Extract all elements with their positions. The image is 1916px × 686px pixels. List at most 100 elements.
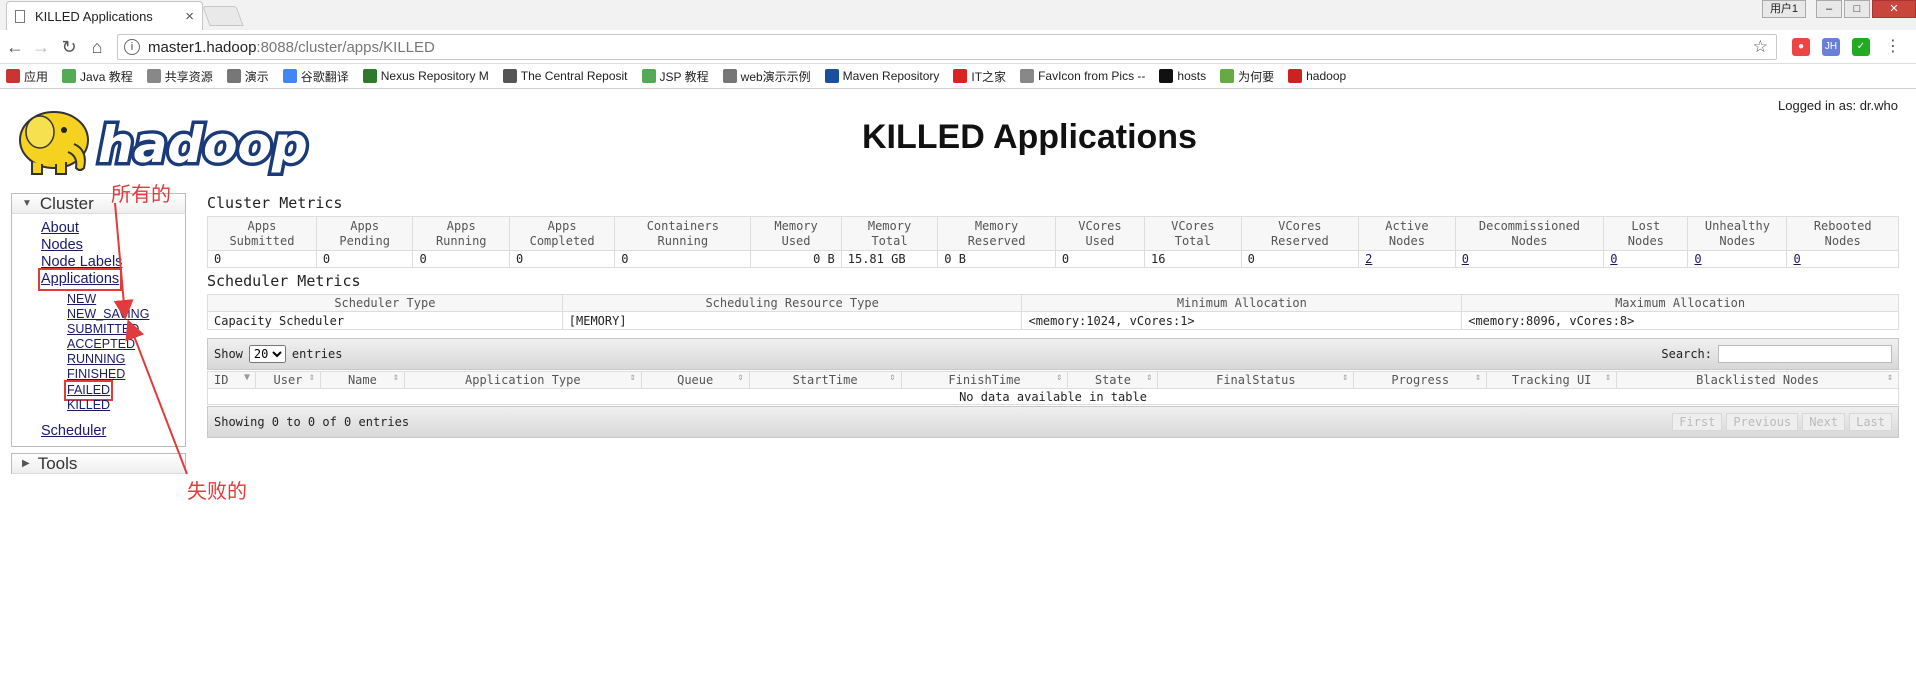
metric-value[interactable]: 2 — [1358, 250, 1456, 268]
minimize-button[interactable]: – — [1816, 0, 1842, 18]
metric-header: VCores Used — [1054, 216, 1146, 251]
bookmark-label: IT之家 — [971, 69, 1007, 84]
sort-icon: ⇕ — [737, 372, 744, 383]
search-area: Search: — [1661, 345, 1892, 363]
pagination: First Previous Next Last — [1672, 413, 1892, 431]
bookmark-item[interactable]: web演示示例 — [722, 68, 811, 85]
column-header[interactable]: FinishTime ⇕ — [900, 371, 1069, 389]
bookmark-label: Java 教程 — [80, 69, 133, 84]
bookmark-item[interactable]: The Central Reposit — [502, 69, 628, 83]
column-header[interactable]: State ⇕ — [1067, 371, 1159, 389]
nav-state-new-saving[interactable]: NEW_SAVING — [67, 307, 185, 322]
bookmark-label: hadoop — [1306, 69, 1347, 83]
metric-header: Rebooted Nodes — [1786, 216, 1899, 251]
pager-first-button[interactable]: First — [1672, 413, 1723, 431]
column-header[interactable]: User ⇕ — [254, 371, 321, 389]
metric-link[interactable]: 0 — [1793, 252, 1800, 266]
apps-grid-icon — [6, 69, 20, 83]
column-header[interactable]: Tracking UI ⇕ — [1486, 371, 1618, 389]
column-header[interactable]: Blacklisted Nodes ⇕ — [1616, 371, 1899, 389]
hadoop-logo[interactable]: hadoop hadoop — [12, 100, 312, 180]
browser-tabstrip: KILLED Applications × 用户1 – □ ✕ — [0, 0, 1916, 30]
menu-icon[interactable]: ⋮ — [1884, 38, 1902, 56]
bookmark-item[interactable]: Nexus Repository M — [362, 69, 489, 83]
nav-state-failed[interactable]: FAILED — [63, 380, 114, 401]
metric-value[interactable]: 0 — [1786, 250, 1899, 268]
nav-state-finished[interactable]: FINISHED — [67, 367, 185, 382]
reload-icon[interactable]: ↻ — [58, 36, 80, 58]
home-icon[interactable]: ⌂ — [86, 36, 108, 58]
search-input[interactable] — [1718, 345, 1892, 363]
metric-value[interactable]: 0 — [1454, 250, 1605, 268]
nav-about[interactable]: About — [41, 220, 185, 237]
pager-last-button[interactable]: Last — [1849, 413, 1892, 431]
search-label: Search: — [1661, 347, 1712, 361]
extension-jh-icon[interactable]: JH — [1822, 38, 1840, 56]
bookmark-item[interactable]: FavIcon from Pics -- — [1020, 69, 1145, 83]
bookmark-item[interactable]: hadoop — [1288, 69, 1346, 83]
nav-state-submitted[interactable]: SUBMITTED — [67, 322, 185, 337]
bookmark-item[interactable]: IT之家 — [953, 68, 1006, 85]
new-tab-button[interactable] — [202, 6, 244, 26]
metric-link[interactable]: 0 — [1610, 252, 1617, 266]
bookmark-item[interactable]: JSP 教程 — [641, 68, 709, 85]
pager-previous-button[interactable]: Previous — [1726, 413, 1799, 431]
back-icon[interactable]: ← — [4, 36, 26, 58]
nav-state-new[interactable]: NEW — [67, 292, 185, 307]
bookmark-star-icon[interactable]: ☆ — [1753, 37, 1768, 57]
column-header[interactable]: Application Type ⇕ — [403, 371, 642, 389]
bookmark-item[interactable]: Maven Repository — [824, 69, 939, 83]
metric-value: 16 — [1144, 250, 1242, 268]
bookmark-item[interactable]: 应用 — [6, 68, 48, 85]
column-header[interactable]: Name ⇕ — [319, 371, 405, 389]
metric-header: Unhealthy Nodes — [1687, 216, 1788, 251]
sort-icon: ⇕ — [392, 372, 399, 383]
page-title: KILLED Applications — [862, 118, 1197, 156]
metric-link[interactable]: 0 — [1462, 252, 1469, 266]
nav-nodes[interactable]: Nodes — [41, 237, 185, 254]
pager-next-button[interactable]: Next — [1802, 413, 1846, 431]
nav-scheduler[interactable]: Scheduler — [41, 423, 185, 440]
metric-value[interactable]: 0 — [1603, 250, 1689, 268]
runoob-icon — [641, 69, 656, 83]
info-icon[interactable]: i — [124, 39, 140, 55]
metric-value[interactable]: 0 — [1687, 250, 1788, 268]
bookmark-item[interactable]: Java 教程 — [62, 68, 133, 85]
metric-link[interactable]: 2 — [1365, 252, 1372, 266]
profile-button[interactable]: 用户1 — [1762, 0, 1806, 18]
sort-icon: ⇕ — [1475, 372, 1482, 383]
column-header[interactable]: FinalStatus ⇕ — [1157, 371, 1355, 389]
nav-applications[interactable]: Applications — [37, 268, 123, 291]
column-header[interactable]: Progress ⇕ — [1353, 371, 1488, 389]
bookmark-item[interactable]: 谷歌翻译 — [282, 68, 349, 85]
page-icon — [15, 9, 25, 23]
bookmark-item[interactable]: 演示 — [226, 68, 269, 85]
bookmark-item[interactable]: 共享资源 — [146, 68, 213, 85]
metric-link[interactable]: 0 — [1694, 252, 1701, 266]
nav-node-labels[interactable]: Node Labels — [41, 254, 185, 271]
maximize-button[interactable]: □ — [1844, 0, 1870, 18]
forward-icon[interactable]: → — [30, 36, 52, 58]
page-icon — [146, 69, 161, 83]
metric-header-line: Memory — [867, 218, 912, 233]
shield-icon[interactable]: ✓ — [1852, 38, 1870, 56]
column-header[interactable]: Queue ⇕ — [640, 371, 750, 389]
bookmark-item[interactable]: 为何要 — [1220, 68, 1274, 85]
google-icon — [282, 69, 297, 83]
tab-close-button[interactable]: × — [185, 8, 194, 25]
extension-icon[interactable]: ● — [1792, 38, 1810, 56]
nav-state-accepted[interactable]: ACCEPTED — [67, 337, 185, 352]
metric-value: 0 B — [937, 250, 1056, 268]
column-header[interactable]: StartTime ⇕ — [748, 371, 902, 389]
nav-state-running[interactable]: RUNNING — [67, 352, 185, 367]
bookmark-item[interactable]: hosts — [1159, 69, 1206, 83]
image-icon — [226, 69, 241, 83]
browser-tab[interactable]: KILLED Applications × — [6, 1, 203, 30]
address-bar[interactable]: i master1.hadoop:8088/cluster/apps/KILLE… — [117, 34, 1777, 60]
metric-value: 0 — [1054, 250, 1146, 268]
column-header[interactable]: ID ▼ — [207, 371, 256, 389]
tools-section-header[interactable]: ▶ Tools — [11, 453, 186, 474]
close-window-button[interactable]: ✕ — [1872, 0, 1916, 18]
page-size-select[interactable]: 20 — [248, 345, 286, 363]
nav-state-killed[interactable]: KILLED — [67, 398, 185, 413]
